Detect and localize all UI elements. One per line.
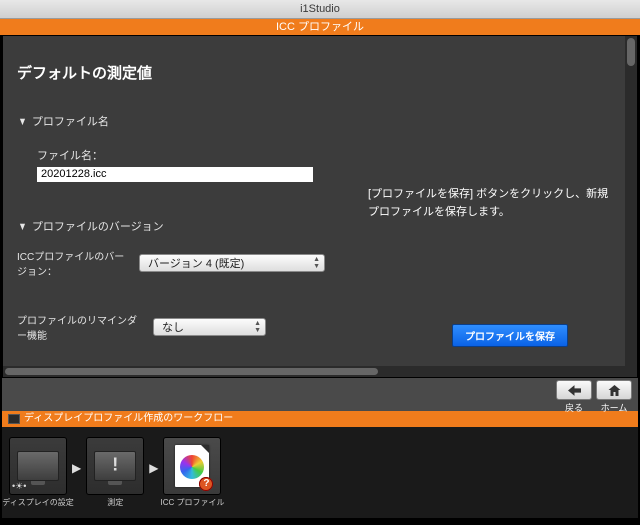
monitor-icon [8,414,20,424]
icc-version-select[interactable]: バージョン 4 (既定) ▲▼ [139,254,325,272]
workflow-step-icc-profile[interactable]: ? ICC プロファイル [160,437,224,508]
workflow-step-label: ディスプレイの設定 [2,497,73,508]
exclamation-icon: ! [112,454,118,475]
section-profile-version-label: プロファイルのバージョン [32,221,164,233]
workflow-step-measure[interactable]: ! 測定 [83,437,147,508]
instruction-text: [プロファイルを保存] ボタンをクリックし、新規プロファイルを保存します。 [368,186,619,221]
page-title: デフォルトの測定値 [17,62,358,83]
brightness-icon: •☀• [12,481,26,492]
main-panel: デフォルトの測定値 ▼プロファイル名 ファイル名： ▼プロファイルのバージョン … [2,35,638,378]
help-badge-icon: ? [199,477,213,491]
workflow-title: ディスプレイプロファイル作成のワークフロー [24,411,233,427]
workflow-header: ディスプレイプロファイル作成のワークフロー [2,411,638,427]
section-profile-name[interactable]: ▼ プロファイル名 [17,113,358,129]
reminder-value: なし [162,322,184,334]
chevron-updown-icon: ▲▼ [313,255,320,271]
back-button[interactable] [556,380,592,400]
window-titlebar: i1Studio [0,0,640,19]
nav-bar: 戻る ホーム [2,378,638,411]
workflow-step-label: ICC プロファイル [160,497,224,508]
reminder-select[interactable]: なし ▲▼ [153,318,266,336]
disclosure-triangle-icon: ▼ [18,221,27,233]
workflow-step-display-settings[interactable]: •☀• ディスプレイの設定 [6,437,70,508]
home-label: ホーム [596,401,632,414]
section-profile-name-label: プロファイル名 [32,116,109,128]
filename-input[interactable] [37,167,313,182]
filename-label: ファイル名： [37,147,358,163]
workflow-strip: •☀• ディスプレイの設定 ▶ ! 測定 ▶ ? ICC プロファイル [2,427,638,518]
home-icon [608,385,621,396]
module-header: ICC プロファイル [0,19,640,35]
step-separator-icon: ▶ [149,461,158,485]
back-label: 戻る [556,401,592,414]
save-profile-button[interactable]: プロファイルを保存 [452,324,568,347]
reminder-label: プロファイルのリマインダー機能 [3,312,153,342]
horizontal-scrollbar[interactable] [3,366,625,377]
vertical-scrollbar[interactable] [625,36,637,377]
info-pane: [プロファイルを保存] ボタンをクリックし、新規プロファイルを保存します。 プロ… [358,36,637,377]
disclosure-triangle-icon: ▼ [18,116,27,128]
icc-version-value: バージョン 4 (既定) [148,258,244,270]
home-button[interactable] [596,380,632,400]
icc-version-label: ICCプロファイルのバージョン： [3,248,139,278]
step-separator-icon: ▶ [72,461,81,485]
icc-profile-doc-icon: ? [175,445,209,487]
workflow-step-label: 測定 [107,497,123,508]
section-profile-version[interactable]: ▼ プロファイルのバージョン [17,218,358,234]
settings-pane: デフォルトの測定値 ▼プロファイル名 ファイル名： ▼プロファイルのバージョン … [3,36,358,377]
chevron-updown-icon: ▲▼ [254,319,261,335]
arrow-left-icon [568,385,581,396]
